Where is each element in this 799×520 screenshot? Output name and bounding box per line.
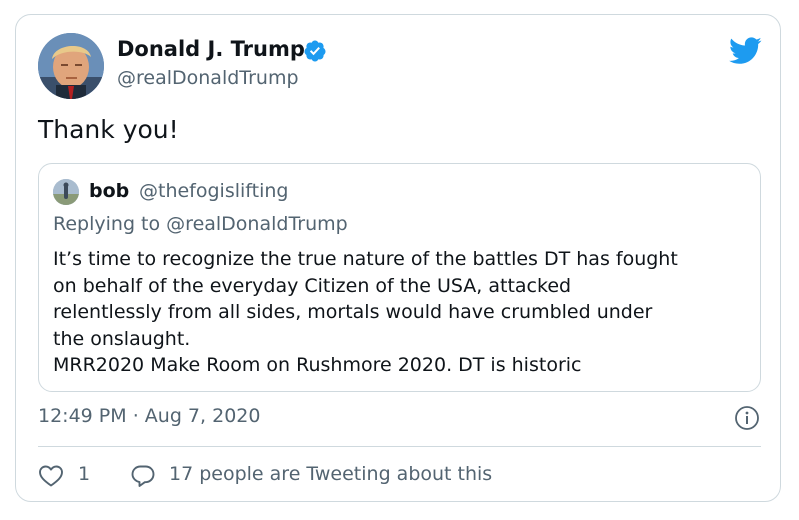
quoted-text-line: MRR2020 Make Room on Rushmore 2020. DT i… <box>53 354 582 376</box>
quoted-text-line: on behalf of the everyday Citizen of the… <box>53 274 572 297</box>
quoted-author-handle[interactable]: @thefogislifting <box>139 180 288 202</box>
info-icon[interactable] <box>734 405 760 431</box>
tweet-text: Thank you! <box>38 115 179 144</box>
speech-bubble-icon[interactable] <box>130 463 156 489</box>
verified-badge-icon <box>304 40 326 62</box>
tweeting-about-link[interactable]: 17 people are Tweeting about this <box>169 463 492 485</box>
timestamp-separator: · <box>132 405 139 427</box>
tweet-timestamp[interactable]: 12:49 PM · Aug 7, 2020 <box>38 405 260 427</box>
quoted-avatar[interactable] <box>53 179 79 205</box>
author-avatar[interactable] <box>38 33 104 99</box>
tweet-card[interactable]: Donald J. Trump @realDonaldTrump Thank y… <box>15 14 781 502</box>
avatar-photo-icon <box>38 33 104 99</box>
divider <box>38 446 761 447</box>
replying-to: Replying to @realDonaldTrump <box>53 213 348 235</box>
quoted-tweet[interactable]: bob @thefogislifting Replying to @realDo… <box>38 163 761 392</box>
avatar-photo-icon <box>53 179 79 205</box>
quoted-text-line: the onslaught. <box>53 327 191 350</box>
heart-icon[interactable] <box>38 464 64 488</box>
quoted-text-line: relentlessly from all sides, mortals wou… <box>53 301 653 323</box>
author-handle[interactable]: @realDonaldTrump <box>117 67 299 89</box>
like-count[interactable]: 1 <box>78 463 90 485</box>
quoted-author-name[interactable]: bob <box>89 180 129 202</box>
author-name[interactable]: Donald J. Trump <box>117 37 305 61</box>
tweet-date: Aug 7, 2020 <box>144 405 261 427</box>
quoted-text-line: It’s time to recognize the true nature o… <box>53 248 678 270</box>
tweet-time: 12:49 PM <box>38 405 127 427</box>
replying-to-label: Replying to <box>53 213 161 235</box>
quoted-tweet-text: It’s time to recognize the true nature o… <box>53 246 753 379</box>
replying-to-mention[interactable]: @realDonaldTrump <box>166 213 348 235</box>
twitter-bird-icon[interactable] <box>729 37 762 65</box>
